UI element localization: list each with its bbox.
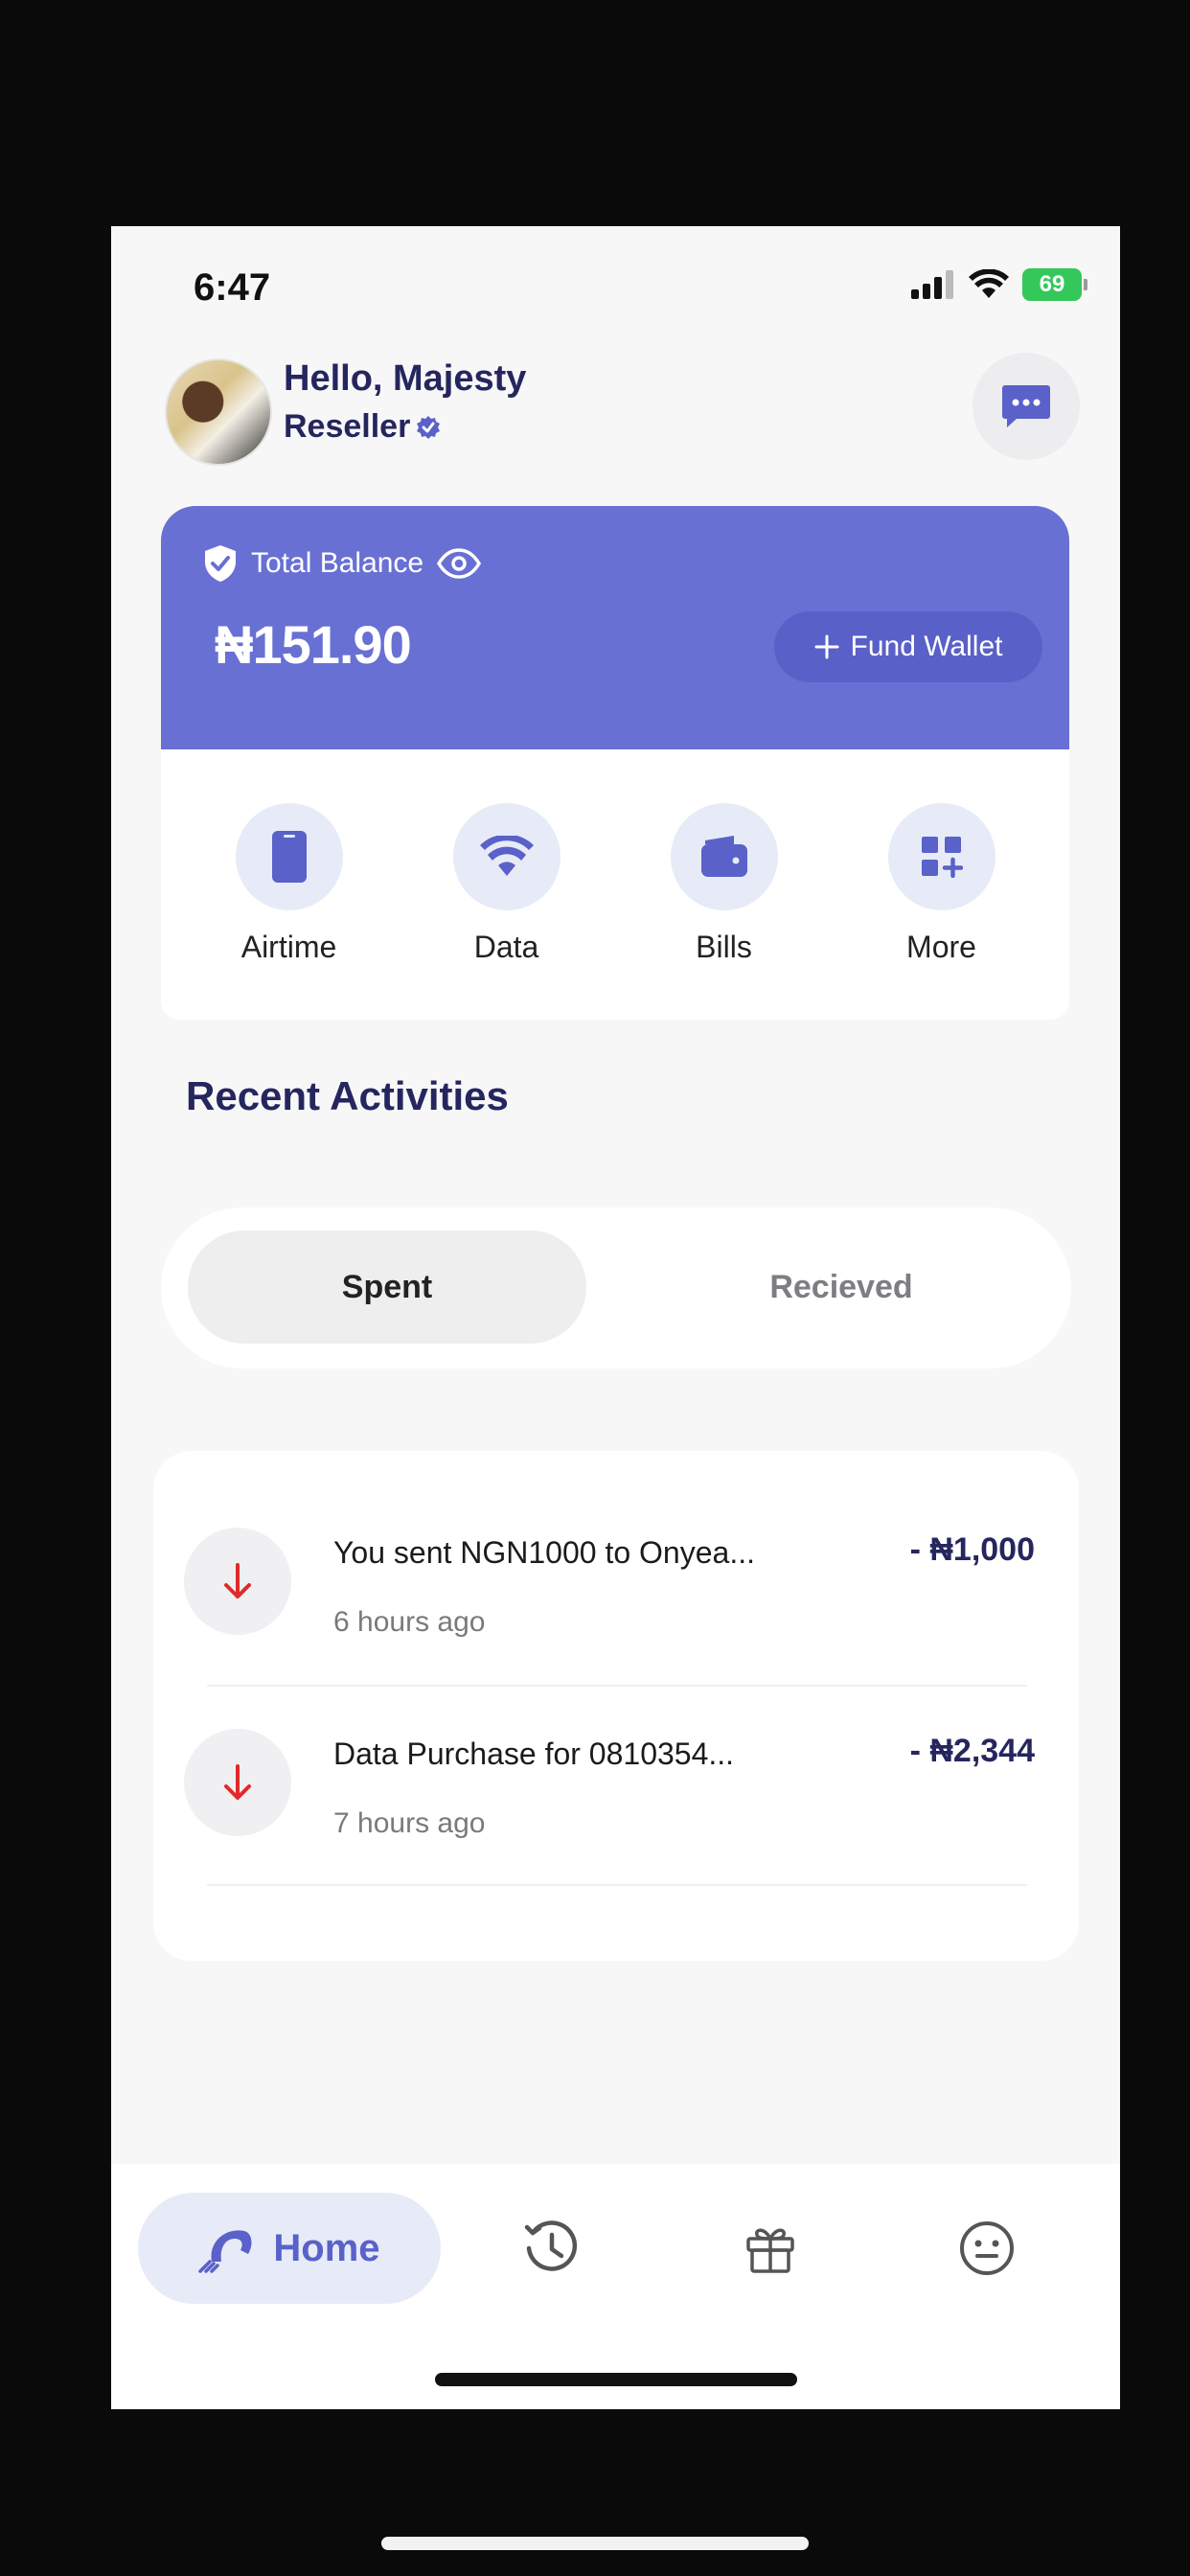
transaction-time: 7 hours ago: [333, 1807, 486, 1839]
divider: [207, 1884, 1027, 1886]
phone-icon: [271, 831, 307, 883]
shield-check-icon: [205, 545, 236, 582]
nav-profile[interactable]: [956, 2218, 1018, 2279]
quick-action-airtime[interactable]: Airtime: [203, 749, 376, 1020]
smiley-icon: [960, 2221, 1014, 2275]
eye-icon[interactable]: [437, 548, 482, 579]
transaction-title: You sent NGN1000 to Onyea...: [333, 1535, 755, 1570]
fund-wallet-label: Fund Wallet: [850, 631, 1003, 662]
quick-action-data[interactable]: Data: [421, 749, 593, 1020]
quick-action-label: Airtime: [240, 930, 337, 964]
airtime-icon-circle: [235, 803, 343, 910]
verified-badge-icon: [417, 415, 441, 439]
debit-icon-circle: [184, 1528, 291, 1635]
quick-action-label: Bills: [696, 930, 752, 964]
wallet-icon: [700, 836, 747, 877]
tab-received[interactable]: Recieved: [678, 1230, 1004, 1344]
recent-activities-title: Recent Activities: [186, 1073, 509, 1118]
nav-rewards[interactable]: [740, 2218, 801, 2279]
arrow-down-icon: [224, 1764, 251, 1800]
plus-icon: [814, 634, 839, 659]
battery-icon: 69: [1022, 268, 1087, 301]
bills-icon-circle: [670, 803, 778, 910]
outer-home-indicator: [381, 2537, 809, 2550]
wifi-icon: [479, 836, 534, 876]
nav-history[interactable]: [521, 2218, 583, 2279]
tab-spent[interactable]: Spent: [188, 1230, 586, 1344]
divider: [207, 1685, 1027, 1687]
nav-home-label: Home: [273, 2226, 380, 2269]
phone-screen: 6:47 69 Hello, Majesty Reseller Total Ba…: [111, 226, 1120, 2409]
fund-wallet-button[interactable]: Fund Wallet: [774, 611, 1042, 682]
home-indicator: [435, 2373, 797, 2386]
history-icon: [524, 2220, 578, 2271]
transaction-amount: - ₦2,344: [909, 1733, 1035, 1769]
activity-tabs: Spent Recieved: [161, 1208, 1071, 1368]
role-row: Reseller: [284, 408, 441, 446]
more-icon-circle: [887, 803, 995, 910]
avatar[interactable]: [165, 358, 272, 466]
grid-plus-icon: [921, 837, 963, 878]
battery-level: 69: [1039, 271, 1065, 297]
transaction-row[interactable]: Data Purchase for 0810354... 7 hours ago…: [153, 1729, 1079, 1930]
balance-amount: ₦151.90: [215, 614, 412, 675]
role-label: Reseller: [284, 408, 411, 445]
transaction-amount: - ₦1,000: [909, 1531, 1035, 1568]
gift-icon: [746, 2228, 794, 2273]
debit-icon-circle: [184, 1729, 291, 1836]
balance-label-row: Total Balance: [203, 544, 482, 583]
quick-action-label: Data: [473, 930, 539, 964]
transaction-row[interactable]: You sent NGN1000 to Onyea... 6 hours ago…: [153, 1528, 1079, 1729]
quick-action-bills[interactable]: Bills: [638, 749, 811, 1020]
balance-label: Total Balance: [251, 547, 424, 579]
greeting-text: Hello, Majesty: [284, 358, 527, 399]
balance-card: Total Balance ₦151.90 Fund Wallet: [161, 506, 1069, 749]
signal-icon: [911, 270, 953, 299]
status-bar: 6:47 69: [111, 226, 1120, 332]
transactions-card: You sent NGN1000 to Onyea... 6 hours ago…: [153, 1451, 1079, 1961]
chat-bubble-icon: [1002, 385, 1050, 427]
status-icons: 69: [911, 268, 1087, 301]
quick-action-more[interactable]: More: [856, 749, 1028, 1020]
data-icon-circle: [452, 803, 561, 910]
quick-action-label: More: [906, 930, 976, 964]
nav-home[interactable]: Home: [138, 2193, 441, 2304]
transaction-title: Data Purchase for 0810354...: [333, 1736, 735, 1771]
arrow-down-icon: [224, 1563, 251, 1598]
status-time: 6:47: [194, 266, 271, 309]
chat-button[interactable]: [973, 353, 1080, 460]
rocket-swirl-icon: [198, 2230, 252, 2273]
quick-actions: Airtime Data Bills More: [161, 749, 1069, 1020]
transaction-time: 6 hours ago: [333, 1606, 486, 1638]
wifi-status-icon: [969, 269, 1009, 298]
